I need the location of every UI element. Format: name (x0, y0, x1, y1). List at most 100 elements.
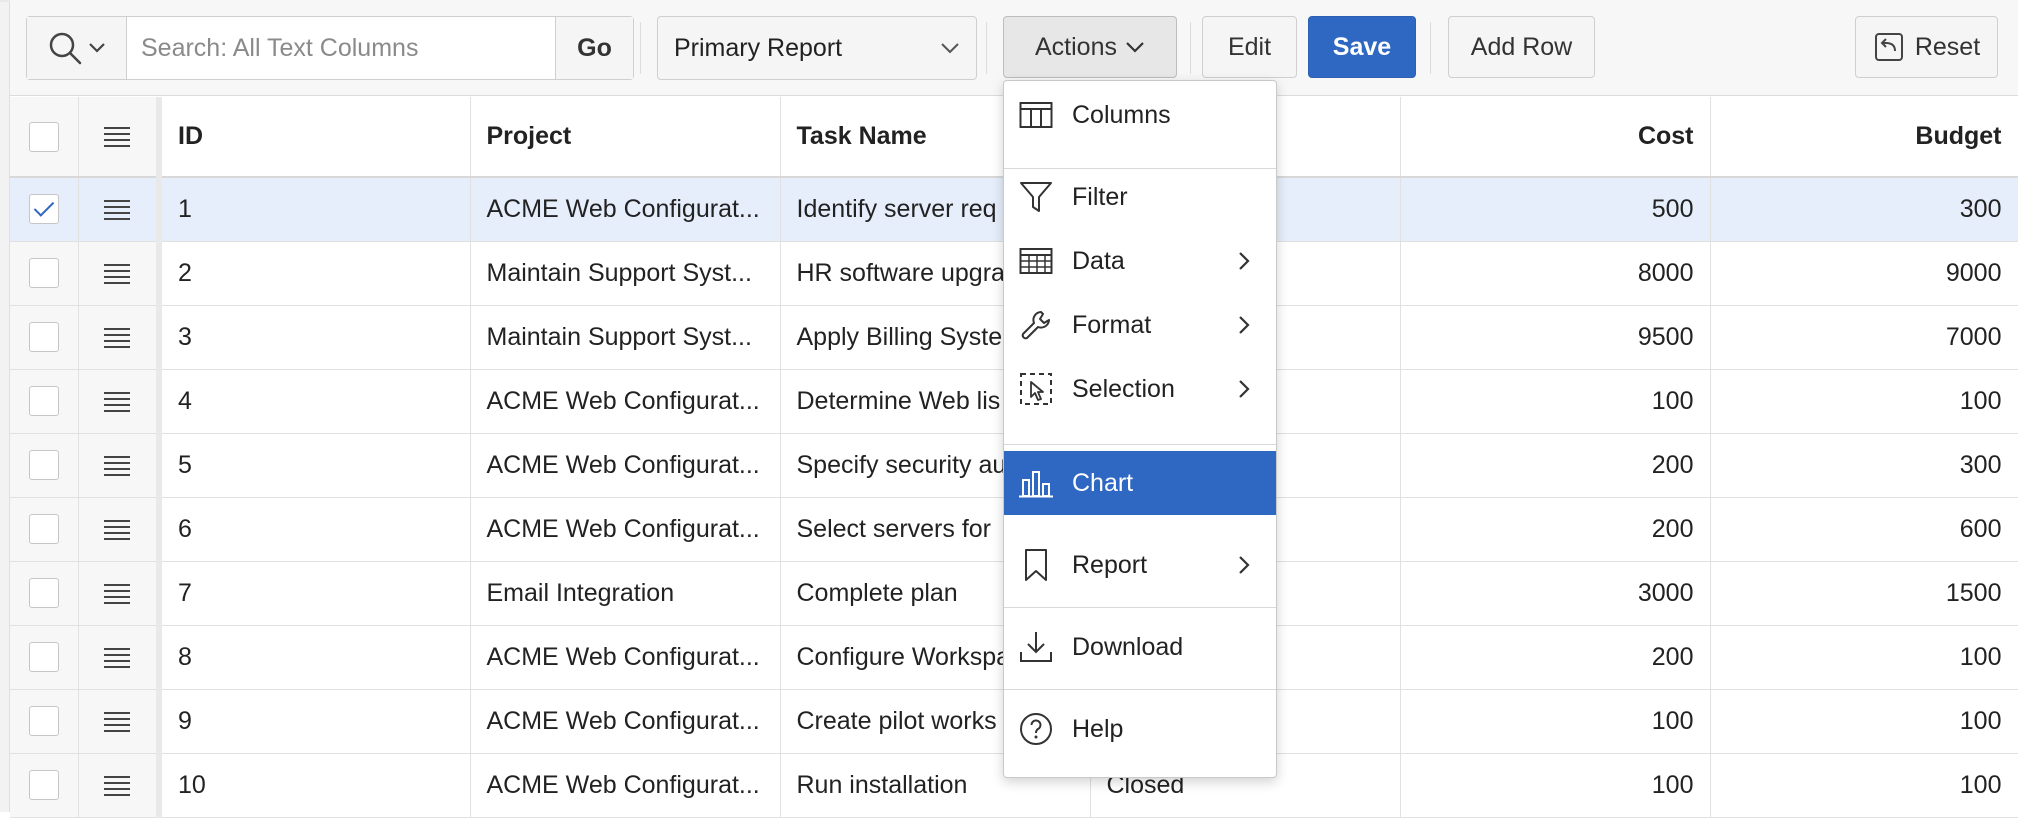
cell-project[interactable]: ACME Web Configurat... (470, 177, 781, 242)
reset-icon (1874, 33, 1903, 61)
hamburger-icon[interactable] (104, 455, 131, 476)
hamburger-icon[interactable] (104, 583, 131, 604)
cell-id[interactable]: 1 (159, 177, 471, 242)
hamburger-icon[interactable] (104, 263, 131, 284)
cell-project[interactable]: ACME Web Configurat... (470, 497, 781, 562)
column-header-cost[interactable]: Cost (1400, 97, 1711, 178)
row-checkbox[interactable] (28, 578, 59, 609)
row-select-cell (10, 689, 79, 754)
cell-budget[interactable]: 100 (1710, 625, 2018, 690)
cell-id[interactable]: 9 (159, 689, 471, 754)
cell-cost[interactable]: 200 (1400, 433, 1711, 498)
chart-icon (1016, 463, 1056, 503)
cell-cost[interactable]: 100 (1400, 753, 1711, 818)
row-checkbox[interactable] (28, 450, 59, 481)
row-actions-cell (78, 433, 162, 498)
cell-cost[interactable]: 3000 (1400, 561, 1711, 626)
row-checkbox[interactable] (28, 642, 59, 673)
row-checkbox[interactable] (28, 514, 59, 545)
row-checkbox[interactable] (28, 706, 59, 737)
hamburger-icon[interactable] (104, 775, 131, 796)
hamburger-icon[interactable] (104, 391, 131, 412)
search-column-menu-button[interactable] (27, 17, 127, 79)
menu-item-filter[interactable]: Filter (1004, 165, 1276, 229)
cell-cost[interactable]: 100 (1400, 689, 1711, 754)
cell-budget[interactable]: 600 (1710, 497, 2018, 562)
cell-budget[interactable]: 300 (1710, 177, 2018, 242)
menu-item-label: Format (1072, 310, 1152, 339)
menu-item-selection[interactable]: Selection (1004, 357, 1276, 421)
menu-item-report[interactable]: Report (1004, 533, 1276, 597)
menu-item-columns[interactable]: Columns (1004, 83, 1276, 147)
save-button[interactable]: Save (1308, 16, 1416, 78)
actions-button[interactable]: Actions (1003, 16, 1177, 78)
cell-project[interactable]: ACME Web Configurat... (470, 433, 781, 498)
add-row-button[interactable]: Add Row (1448, 16, 1595, 78)
cell-project[interactable]: ACME Web Configurat... (470, 369, 781, 434)
row-select-cell (10, 561, 79, 626)
hamburger-icon[interactable] (104, 711, 131, 732)
cell-budget[interactable]: 100 (1710, 753, 2018, 818)
menu-item-data[interactable]: Data (1004, 229, 1276, 293)
cell-cost[interactable]: 100 (1400, 369, 1711, 434)
cell-budget[interactable]: 9000 (1710, 241, 2018, 306)
cell-cost[interactable]: 500 (1400, 177, 1711, 242)
cell-cost[interactable]: 200 (1400, 497, 1711, 562)
selection-icon (1016, 369, 1056, 409)
cell-id[interactable]: 4 (159, 369, 471, 434)
cell-project[interactable]: Maintain Support Syst... (470, 241, 781, 306)
hamburger-icon[interactable] (104, 647, 131, 668)
toolbar-divider (1190, 22, 1191, 74)
row-checkbox[interactable] (28, 322, 59, 353)
hamburger-icon[interactable] (104, 127, 131, 148)
cell-budget[interactable]: 7000 (1710, 305, 2018, 370)
menu-item-help[interactable]: Help (1004, 697, 1276, 761)
row-actions-cell (78, 241, 162, 306)
row-actions-cell (78, 753, 162, 818)
cell-budget[interactable]: 1500 (1710, 561, 2018, 626)
search-group: Go (26, 16, 634, 80)
download-icon (1016, 627, 1056, 667)
cell-id[interactable]: 8 (159, 625, 471, 690)
column-header-id[interactable]: ID (159, 97, 471, 178)
column-header-budget[interactable]: Budget (1710, 97, 2018, 178)
cell-project[interactable]: ACME Web Configurat... (470, 689, 781, 754)
hamburger-icon[interactable] (104, 519, 131, 540)
cell-project[interactable]: Email Integration (470, 561, 781, 626)
cell-cost[interactable]: 200 (1400, 625, 1711, 690)
column-header-project[interactable]: Project (470, 97, 781, 178)
cell-budget[interactable]: 100 (1710, 369, 2018, 434)
cell-id[interactable]: 2 (159, 241, 471, 306)
cell-id[interactable]: 7 (159, 561, 471, 626)
cell-id[interactable]: 10 (159, 753, 471, 818)
cell-budget[interactable]: 300 (1710, 433, 2018, 498)
row-checkbox[interactable] (28, 770, 59, 801)
menu-item-format[interactable]: Format (1004, 293, 1276, 357)
row-checkbox[interactable] (28, 194, 59, 225)
go-button[interactable]: Go (555, 17, 633, 79)
filter-icon (1016, 177, 1056, 217)
hamburger-icon[interactable] (104, 327, 131, 348)
row-checkbox[interactable] (28, 386, 59, 417)
search-input[interactable] (127, 17, 555, 79)
cell-budget[interactable]: 100 (1710, 689, 2018, 754)
menu-item-download[interactable]: Download (1004, 615, 1276, 679)
cell-id[interactable]: 6 (159, 497, 471, 562)
cell-id[interactable]: 5 (159, 433, 471, 498)
reset-button[interactable]: Reset (1855, 16, 1998, 78)
data-icon (1016, 241, 1056, 281)
chevron-right-icon (1232, 555, 1256, 575)
menu-divider (1004, 607, 1276, 608)
row-checkbox[interactable] (28, 258, 59, 289)
cell-cost[interactable]: 8000 (1400, 241, 1711, 306)
menu-item-chart[interactable]: Chart (1004, 451, 1276, 515)
cell-project[interactable]: ACME Web Configurat... (470, 753, 781, 818)
edit-button[interactable]: Edit (1202, 16, 1297, 78)
report-select[interactable]: Primary Report (657, 16, 977, 80)
cell-id[interactable]: 3 (159, 305, 471, 370)
cell-cost[interactable]: 9500 (1400, 305, 1711, 370)
cell-project[interactable]: Maintain Support Syst... (470, 305, 781, 370)
cell-project[interactable]: ACME Web Configurat... (470, 625, 781, 690)
select-all-checkbox[interactable] (28, 121, 59, 152)
hamburger-icon[interactable] (104, 200, 131, 221)
